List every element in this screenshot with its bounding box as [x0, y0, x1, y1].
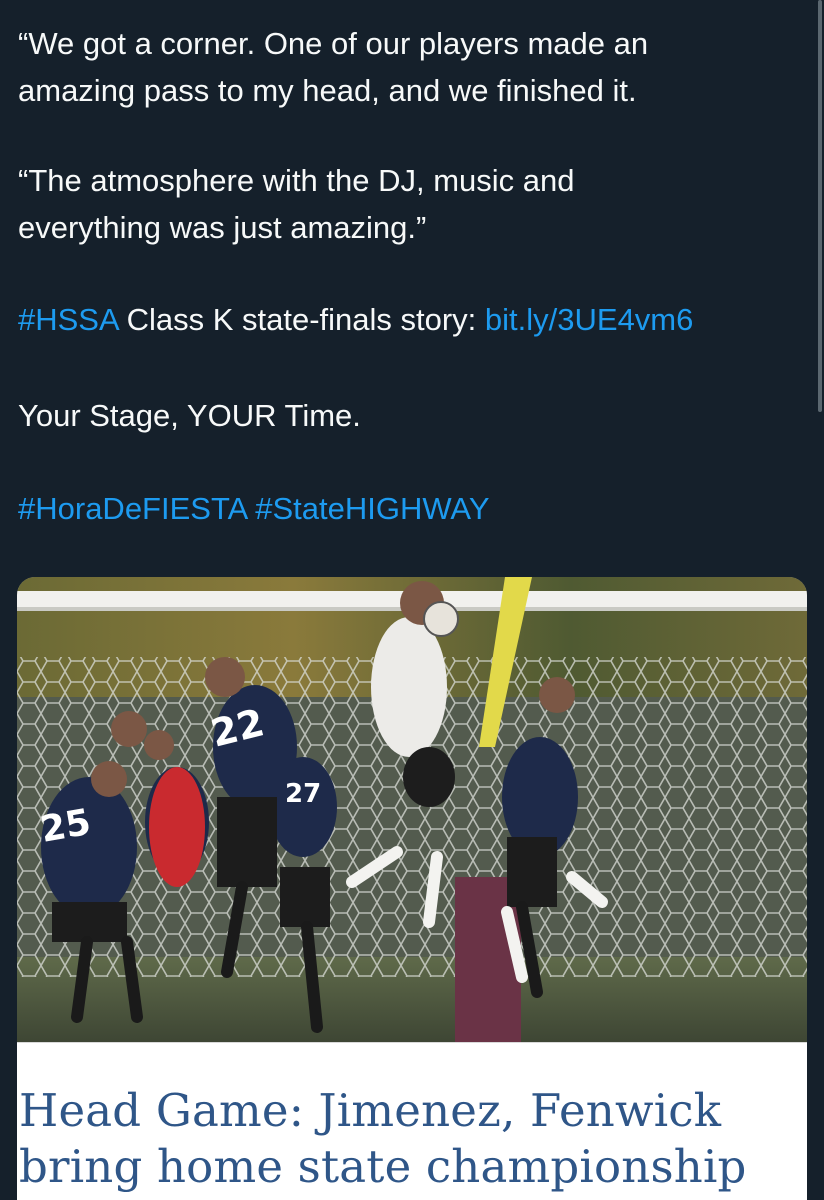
- story-url-link[interactable]: bit.ly/3UE4vm6: [485, 302, 693, 337]
- hashtags-paragraph: #HoraDeFIESTA #StateHIGHWAY: [18, 485, 808, 532]
- photo-illustration: 22 25 27: [17, 577, 807, 1042]
- headline-line: bring home state championship: [19, 1140, 747, 1193]
- card-headline[interactable]: Head Game: Jimenez, Fenwick bring home s…: [19, 1083, 805, 1195]
- quote-line: everything was just amazing.”: [18, 210, 427, 245]
- svg-text:27: 27: [285, 779, 321, 809]
- quote-line: amazing pass to my head, and we finished…: [18, 73, 637, 108]
- soccer-header-photo[interactable]: 22 25 27: [17, 577, 807, 1042]
- scrollbar[interactable]: [816, 0, 824, 420]
- hashtags-line: #HoraDeFIESTA #StateHIGHWAY: [18, 485, 808, 532]
- story-line: #HSSA Class K state-finals story: bit.ly…: [18, 296, 808, 343]
- slogan-text: Your Stage, YOUR Time.: [18, 398, 361, 433]
- slogan-paragraph: Your Stage, YOUR Time.: [18, 392, 808, 439]
- hashtag-statehighway-link[interactable]: #StateHIGHWAY: [255, 491, 489, 526]
- headline-line: Head Game: Jimenez, Fenwick: [19, 1084, 722, 1137]
- quote-line: “The atmosphere with the DJ, music and: [18, 163, 575, 198]
- svg-text:25: 25: [37, 802, 93, 851]
- card-headline-area[interactable]: Head Game: Jimenez, Fenwick bring home s…: [17, 1042, 807, 1200]
- scrollbar-thumb[interactable]: [818, 0, 822, 412]
- quote-paragraph-1: “We got a corner. One of our players mad…: [18, 20, 808, 114]
- hashtag-hssa-link[interactable]: #HSSA: [18, 302, 118, 337]
- hashtag-horadefiesta-link[interactable]: #HoraDeFIESTA: [18, 491, 247, 526]
- quote-paragraph-2: “The atmosphere with the DJ, music and e…: [18, 157, 808, 251]
- quote-line: “We got a corner. One of our players mad…: [18, 26, 649, 61]
- link-card[interactable]: 22 25 27 Head Game: Jimenez, Fenwick bri: [17, 577, 807, 1200]
- story-paragraph: #HSSA Class K state-finals story: bit.ly…: [18, 296, 808, 343]
- story-text: Class K state-finals story:: [117, 302, 485, 337]
